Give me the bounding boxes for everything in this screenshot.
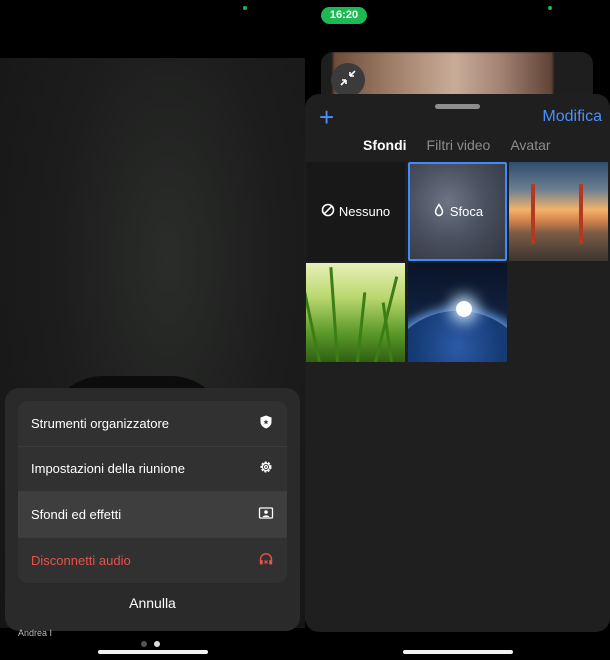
- add-background-button[interactable]: +: [319, 103, 334, 131]
- edit-button[interactable]: Modifica: [542, 108, 602, 126]
- menu-item-label: Disconnetti audio: [31, 552, 131, 568]
- portrait-icon: [258, 505, 274, 524]
- page-dot-active: [154, 641, 160, 647]
- tile-label: Nessuno: [338, 204, 391, 219]
- home-indicator[interactable]: [403, 650, 513, 654]
- menu-item-host-tools[interactable]: Strumenti organizzatore: [18, 401, 287, 447]
- no-entry-icon: [321, 203, 335, 220]
- droplet-icon: [432, 203, 446, 220]
- gear-icon: [258, 459, 274, 478]
- camera-indicator-dot: [548, 6, 552, 10]
- menu-item-label: Sfondi ed effetti: [31, 506, 122, 522]
- earth-horizon: [408, 311, 507, 362]
- home-indicator[interactable]: [98, 650, 208, 654]
- background-tile-earth[interactable]: [408, 263, 507, 362]
- cancel-button[interactable]: Annulla: [5, 595, 300, 611]
- background-tile-none[interactable]: Nessuno: [306, 162, 405, 261]
- menu-item-backgrounds-effects[interactable]: Sfondi ed effetti: [18, 492, 287, 538]
- collapse-preview-button[interactable]: [331, 63, 365, 97]
- action-menu: Strumenti organizzatore Impostazioni del…: [18, 401, 287, 583]
- background-tile-grass[interactable]: [306, 263, 405, 362]
- tile-label: Sfoca: [449, 204, 484, 219]
- bridge-tower: [531, 184, 535, 244]
- shield-icon: [258, 414, 274, 433]
- grass-blade: [306, 283, 321, 362]
- background-tile-blur[interactable]: Sfoca: [408, 162, 507, 261]
- page-dot: [141, 641, 147, 647]
- menu-item-disconnect-audio[interactable]: Disconnetti audio: [18, 538, 287, 584]
- status-time: 16:20: [321, 7, 367, 24]
- menu-item-label: Strumenti organizzatore: [31, 415, 170, 431]
- collapse-arrows-icon: [339, 69, 357, 92]
- tab-avatar[interactable]: Avatar: [510, 137, 550, 153]
- grass-blade: [356, 292, 367, 362]
- menu-item-meeting-settings[interactable]: Impostazioni della riunione: [18, 447, 287, 492]
- effects-tabs: Sfondi Filtri video Avatar: [363, 137, 551, 153]
- tab-backgrounds[interactable]: Sfondi: [363, 137, 407, 153]
- sheet-grabber[interactable]: [435, 104, 480, 109]
- background-tile-golden-gate[interactable]: [509, 162, 608, 261]
- grass-blade: [329, 267, 339, 362]
- backgrounds-panel: + Modifica Sfondi Filtri video Avatar Ne…: [305, 94, 610, 632]
- bridge-tower: [579, 184, 583, 244]
- participant-name-label: Andrea I: [18, 628, 53, 638]
- camera-indicator-dot: [243, 6, 247, 10]
- menu-item-label: Impostazioni della riunione: [31, 461, 185, 477]
- action-sheet: Strumenti organizzatore Impostazioni del…: [5, 388, 300, 631]
- sun-flare: [456, 301, 472, 317]
- backgrounds-screen: 16:20 + Modifica Sfondi Filtri video Ava…: [305, 0, 610, 660]
- tab-video-filters[interactable]: Filtri video: [427, 137, 491, 153]
- page-indicator[interactable]: [141, 641, 160, 647]
- meeting-screen: Strumenti organizzatore Impostazioni del…: [0, 0, 305, 660]
- headphones-x-icon: [258, 551, 274, 570]
